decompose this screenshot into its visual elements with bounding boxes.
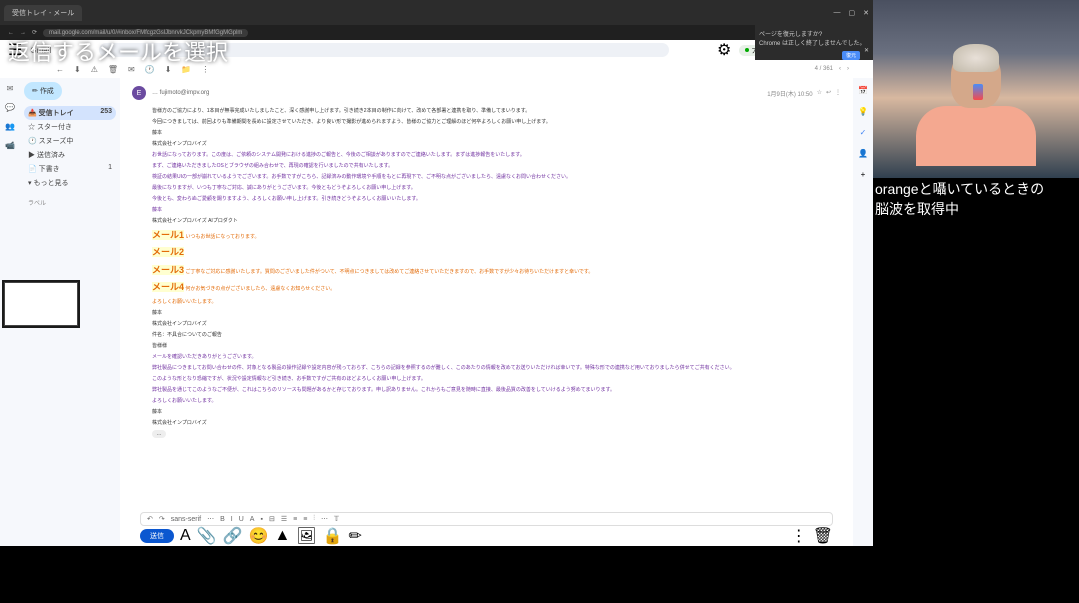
letterbox bbox=[0, 546, 1079, 603]
right-rail: 📅 💡 ✓ 👤 + bbox=[853, 78, 873, 546]
mail-icon[interactable]: ✉ bbox=[7, 84, 14, 93]
send-button[interactable]: 送信 bbox=[140, 529, 174, 543]
prev-icon[interactable]: ‹ bbox=[839, 66, 841, 72]
strike-icon[interactable]: ⋯ bbox=[321, 515, 328, 523]
tasks-icon[interactable]: ✓ bbox=[860, 128, 867, 137]
more-options-icon[interactable]: ⋮ bbox=[791, 526, 807, 546]
mail-toolbar: ← ⬇ ⚠ 🗑 ✉ 🕐 ⬇ 📁 ⋮ 4 / 361 ‹ › bbox=[0, 60, 873, 78]
compose-button[interactable]: ✏ 作成 bbox=[24, 82, 62, 100]
sidebar-item-snoozed[interactable]: 🕐 スヌーズ中 bbox=[24, 134, 116, 148]
slide-thumbnail[interactable] bbox=[4, 282, 78, 326]
color-icon[interactable]: A bbox=[250, 516, 255, 523]
gmail-header: ☰ Gmail ⚙ アクティブ ⚙ ⋮⋮⋮ bbox=[0, 40, 873, 60]
spaces-icon[interactable]: 👥 bbox=[5, 122, 15, 131]
star-icon[interactable]: ☆ bbox=[817, 89, 822, 98]
url-bar: ← → ⟳ mail.google.com/mail/u/0/#inbox/FM… bbox=[0, 25, 873, 40]
contacts-icon[interactable]: 👤 bbox=[858, 149, 868, 158]
meet-icon[interactable]: 📹 bbox=[5, 141, 15, 150]
notif-close-icon[interactable]: ✕ bbox=[864, 47, 869, 54]
font-select[interactable]: sans-serif bbox=[171, 516, 201, 523]
notif-title: ページを復元しますか? bbox=[759, 29, 869, 38]
nav-forward-icon[interactable]: → bbox=[20, 30, 26, 36]
chat-icon[interactable]: 💬 bbox=[5, 103, 15, 112]
keep-icon[interactable]: 💡 bbox=[858, 107, 868, 116]
task-icon[interactable]: ⬇ bbox=[165, 65, 172, 74]
sidebar-item-inbox[interactable]: 📥 受信トレイ253 bbox=[24, 106, 116, 120]
nav-back-icon[interactable]: ← bbox=[8, 30, 14, 36]
mail-content[interactable]: 皆様方のご協力により、1本目が無事完成いたしましたこと、深く感謝申し上げます。引… bbox=[132, 107, 841, 438]
pagination: 4 / 361 bbox=[815, 66, 833, 72]
emoji-icon[interactable]: 😊 bbox=[249, 526, 269, 546]
restore-notification: ページを復元しますか? Chrome は正しく終了しませんでした。 ✕ 復元 bbox=[755, 25, 873, 60]
from-address: … fujimoto@impv.org bbox=[152, 90, 209, 96]
image-icon[interactable]: 🖼 bbox=[296, 526, 316, 546]
italic-icon[interactable]: I bbox=[231, 516, 233, 523]
back-icon[interactable]: ← bbox=[56, 65, 64, 74]
expand-trimmed-icon[interactable]: … bbox=[152, 430, 166, 438]
search-input[interactable] bbox=[99, 43, 669, 57]
addons-icon[interactable]: + bbox=[861, 170, 866, 179]
mail-body: E … fujimoto@impv.org 1月9日(木) 10:50 ☆ ↩ … bbox=[120, 78, 853, 546]
sidebar-item-starred[interactable]: ☆ スター付き bbox=[24, 120, 116, 134]
signature-icon[interactable]: ✏ bbox=[349, 526, 362, 546]
move-icon[interactable]: 📁 bbox=[181, 65, 191, 74]
snooze-icon[interactable]: 🕐 bbox=[145, 65, 155, 74]
delete-icon[interactable]: 🗑 bbox=[108, 65, 118, 74]
discard-icon[interactable]: 🗑 bbox=[813, 526, 833, 546]
mail-date: 1月9日(木) 10:50 bbox=[767, 89, 812, 98]
window-maximize-icon[interactable]: ▢ bbox=[849, 9, 856, 17]
nav-reload-icon[interactable]: ⟳ bbox=[32, 29, 37, 36]
indent-more-icon[interactable]: ≡ bbox=[303, 516, 307, 523]
url-input[interactable]: mail.google.com/mail/u/0/#inbox/FMfcgzGs… bbox=[43, 29, 248, 37]
drive-icon[interactable]: ▲ bbox=[274, 527, 290, 545]
align-icon[interactable]: ▪ bbox=[260, 516, 262, 523]
clear-format-icon[interactable]: 𝕋 bbox=[334, 515, 339, 523]
notif-body: Chrome は正しく終了しませんでした。 bbox=[759, 38, 869, 47]
next-icon[interactable]: › bbox=[847, 66, 849, 72]
redo-icon[interactable]: ↷ bbox=[159, 515, 165, 523]
link-icon[interactable]: 🔗 bbox=[223, 526, 243, 546]
undo-icon[interactable]: ↶ bbox=[147, 515, 153, 523]
list-num-icon[interactable]: ⊟ bbox=[269, 515, 275, 523]
mail-label-1: メール1 bbox=[152, 230, 184, 240]
spam-icon[interactable]: ⚠ bbox=[91, 65, 98, 74]
indent-less-icon[interactable]: ≡ bbox=[293, 516, 297, 523]
slideshow-panel bbox=[2, 280, 80, 328]
avatar: E bbox=[132, 86, 146, 100]
unread-icon[interactable]: ✉ bbox=[128, 65, 135, 74]
window-close-icon[interactable]: ✕ bbox=[863, 9, 869, 17]
quote-icon[interactable]: ⫶ bbox=[313, 515, 315, 523]
send-toolbar: 送信 A 📎 🔗 😊 ▲ 🖼 🔒 ✏ ⋮ 🗑 bbox=[140, 528, 833, 544]
browser-tab[interactable]: 受信トレイ - メール bbox=[4, 5, 82, 21]
more-icon[interactable]: ⋮ bbox=[835, 89, 841, 98]
tune-icon[interactable]: ⚙ bbox=[717, 40, 731, 60]
menu-icon[interactable]: ☰ bbox=[8, 40, 22, 60]
bold-icon[interactable]: B bbox=[220, 516, 225, 523]
calendar-icon[interactable]: 📅 bbox=[858, 86, 868, 95]
sidebar-item-more[interactable]: ▾ もっと見る bbox=[24, 176, 116, 190]
archive-icon[interactable]: ⬇ bbox=[74, 65, 81, 74]
format-toggle-icon[interactable]: A bbox=[180, 527, 191, 545]
underline-icon[interactable]: U bbox=[239, 516, 244, 523]
restore-button[interactable]: 復元 bbox=[842, 51, 860, 60]
webcam-feed bbox=[873, 0, 1079, 178]
window-minimize-icon[interactable]: — bbox=[834, 9, 841, 17]
mail-label-3: メール3 bbox=[152, 265, 184, 275]
reply-icon[interactable]: ↩ bbox=[826, 89, 831, 98]
attach-icon[interactable]: 📎 bbox=[197, 526, 217, 546]
more-icon[interactable]: ⋮ bbox=[201, 65, 209, 74]
sidebar-section-labels: ラベル bbox=[24, 198, 116, 207]
confidential-icon[interactable]: 🔒 bbox=[323, 526, 343, 546]
mail-label-2: メール2 bbox=[152, 247, 184, 257]
format-toolbar: ↶ ↷ sans-serif ⋯ B I U A ▪ ⊟ ☰ ≡ ≡ ⫶ ⋯ 𝕋 bbox=[140, 512, 833, 526]
gmail-logo: Gmail bbox=[30, 46, 51, 55]
browser-tab-bar: 受信トレイ - メール — ▢ ✕ bbox=[0, 0, 873, 25]
status-caption: orangeと囁いているときの 脳波を取得中 bbox=[875, 180, 1075, 219]
sidebar-item-sent[interactable]: ▶ 送信済み bbox=[24, 148, 116, 162]
sidebar-item-drafts[interactable]: 📄 下書き1 bbox=[24, 162, 116, 176]
list-bul-icon[interactable]: ☰ bbox=[281, 515, 287, 523]
mail-label-4: メール4 bbox=[152, 282, 184, 292]
size-icon[interactable]: ⋯ bbox=[207, 515, 214, 523]
